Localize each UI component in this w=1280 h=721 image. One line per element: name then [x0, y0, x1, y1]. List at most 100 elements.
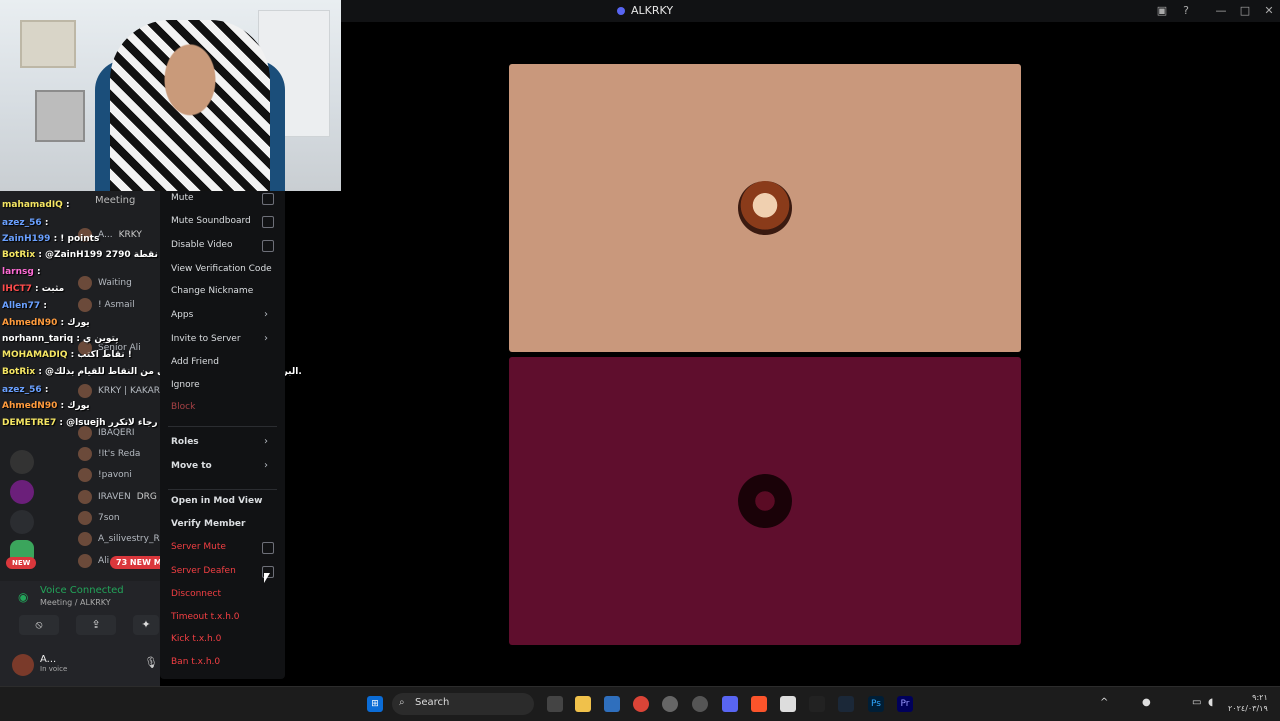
menu-item-mute-soundboard[interactable]: Mute Soundboard — [171, 216, 251, 226]
list-item[interactable]: A_silivestry_RF — [78, 530, 165, 548]
avatar — [78, 511, 92, 525]
clock-time: ٩:٢١ — [1252, 693, 1268, 702]
capcut-icon[interactable] — [809, 696, 825, 712]
menu-item-open-in-mod-view[interactable]: Open in Mod View — [171, 496, 262, 506]
brave-icon[interactable] — [751, 696, 767, 712]
close-button[interactable]: ✕ — [1262, 4, 1276, 18]
menu-item-ignore[interactable]: Ignore — [171, 380, 200, 390]
list-item[interactable]: ! Asmail — [78, 296, 135, 314]
server-icon[interactable] — [10, 510, 34, 534]
help-icon[interactable]: ? — [1179, 4, 1193, 18]
channel-name: Meeting — [95, 195, 136, 206]
volume-icon[interactable]: ◖ — [1208, 697, 1213, 708]
list-item[interactable]: IRAVEN DRG — [78, 488, 157, 506]
member-name: A_silivestry_RF — [98, 534, 165, 544]
server-icon[interactable] — [10, 480, 34, 504]
microphone-tray-icon[interactable]: ● — [1142, 697, 1151, 708]
menu-item-kick-t-x-h-0[interactable]: Kick t.x.h.0 — [171, 634, 221, 644]
steam-icon[interactable] — [838, 696, 854, 712]
menu-item-view-verification-code[interactable]: View Verification Code — [171, 264, 272, 274]
task-view-icon[interactable] — [547, 696, 563, 712]
chat-message: Allen77 : — [2, 301, 47, 311]
menu-item-block[interactable]: Block — [171, 402, 195, 412]
menu-item-timeout-t-x-h-0[interactable]: Timeout t.x.h.0 — [171, 612, 240, 622]
chat-text: : @ZainH199 لديه نقطة 2790 — [38, 250, 179, 260]
minimize-button[interactable]: — — [1214, 4, 1228, 18]
chat-username: Allen77 — [2, 301, 41, 311]
camera-off-icon[interactable]: ⦸ — [19, 615, 59, 635]
discord-taskbar-icon[interactable] — [722, 696, 738, 712]
menu-item-invite-to-server[interactable]: Invite to Server — [171, 334, 241, 344]
plaque-image — [35, 90, 85, 142]
list-item[interactable]: Waiting — [78, 274, 132, 292]
network-icon[interactable]: ▭ — [1192, 697, 1201, 708]
checkbox-icon[interactable] — [262, 193, 274, 205]
avatar — [78, 298, 92, 312]
chat-text: : — [36, 267, 41, 277]
chat-message: IHCT7 : مثبت — [2, 284, 64, 294]
participant-avatar — [738, 181, 792, 235]
menu-item-move-to[interactable]: Move to — [171, 461, 212, 471]
member-name: !It's Reda — [98, 449, 141, 459]
member-name: IRAVEN — [98, 492, 131, 502]
menu-item-verify-member[interactable]: Verify Member — [171, 519, 245, 529]
list-item[interactable]: KRKY | KAKAROT — [78, 382, 173, 400]
list-item[interactable]: !It's Reda — [78, 445, 140, 463]
chat-text: : نقاط اكتب ! — [70, 350, 132, 360]
chrome-icon[interactable] — [633, 696, 649, 712]
participant-tile-1[interactable] — [509, 64, 1021, 352]
streamer-image — [110, 20, 270, 191]
avatar — [78, 532, 92, 546]
checkbox-icon[interactable] — [262, 240, 274, 252]
menu-item-disable-video[interactable]: Disable Video — [171, 240, 232, 250]
menu-item-apps[interactable]: Apps — [171, 310, 193, 320]
microphone-icon[interactable]: 🎙 — [144, 656, 158, 669]
share-screen-icon[interactable]: ⇪ — [76, 615, 116, 635]
mouse-cursor — [264, 573, 270, 583]
search-placeholder: Search — [415, 697, 450, 708]
menu-item-add-friend[interactable]: Add Friend — [171, 357, 219, 367]
checkbox-icon[interactable] — [262, 542, 274, 554]
taskbar-search[interactable] — [392, 693, 534, 715]
maximize-button[interactable]: □ — [1238, 4, 1252, 18]
chat-text: : — [65, 200, 70, 210]
file-explorer-icon[interactable] — [575, 696, 591, 712]
app-icon[interactable] — [780, 696, 796, 712]
store-icon[interactable] — [604, 696, 620, 712]
avatar — [78, 426, 92, 440]
chat-username: larnsg — [2, 267, 34, 277]
obs-icon[interactable] — [692, 696, 708, 712]
voice-status[interactable]: Voice Connected — [40, 585, 124, 596]
premiere-icon[interactable]: Pr — [897, 696, 913, 712]
menu-item-mute[interactable]: Mute — [171, 193, 194, 203]
chat-text: : — [44, 218, 49, 228]
menu-item-ban-t-x-h-0[interactable]: Ban t.x.h.0 — [171, 657, 220, 667]
menu-item-disconnect[interactable]: Disconnect — [171, 589, 221, 599]
menu-item-server-mute[interactable]: Server Mute — [171, 542, 226, 552]
list-item[interactable]: 7son — [78, 509, 120, 527]
avatar — [78, 490, 92, 504]
chat-message: MOHAMADIQ : نقاط اكتب ! — [2, 350, 132, 360]
list-item[interactable]: Ali — [78, 552, 109, 570]
server-icon[interactable] — [10, 450, 34, 474]
clock[interactable]: ٩:٢١ ٢٠٢٤/٠٣/١٩ — [1228, 692, 1268, 714]
avatar[interactable] — [12, 654, 34, 676]
menu-item-roles[interactable]: Roles — [171, 437, 199, 447]
chat-text: : يتوين ي — [76, 334, 119, 344]
chat-username: MOHAMADIQ — [2, 350, 68, 360]
list-item[interactable]: !pavoni — [78, 466, 132, 484]
app-icon[interactable] — [662, 696, 678, 712]
activities-icon[interactable]: ✦ — [133, 615, 159, 635]
menu-item-change-nickname[interactable]: Change Nickname — [171, 286, 253, 296]
menu-item-server-deafen[interactable]: Server Deafen — [171, 566, 236, 576]
participant-tile-2[interactable] — [509, 357, 1021, 645]
chevron-up-icon[interactable]: ^ — [1100, 697, 1108, 708]
menu-separator — [168, 426, 277, 427]
screen-share-icon[interactable]: ▣ — [1155, 4, 1169, 18]
windows-start-icon[interactable]: ⊞ — [367, 696, 383, 712]
checkbox-icon[interactable] — [262, 216, 274, 228]
chat-message: mahamadIQ : — [2, 200, 70, 210]
chat-message: larnsg : — [2, 267, 41, 277]
photoshop-icon[interactable]: Ps — [868, 696, 884, 712]
chat-message: azez_56 : — [2, 218, 48, 228]
